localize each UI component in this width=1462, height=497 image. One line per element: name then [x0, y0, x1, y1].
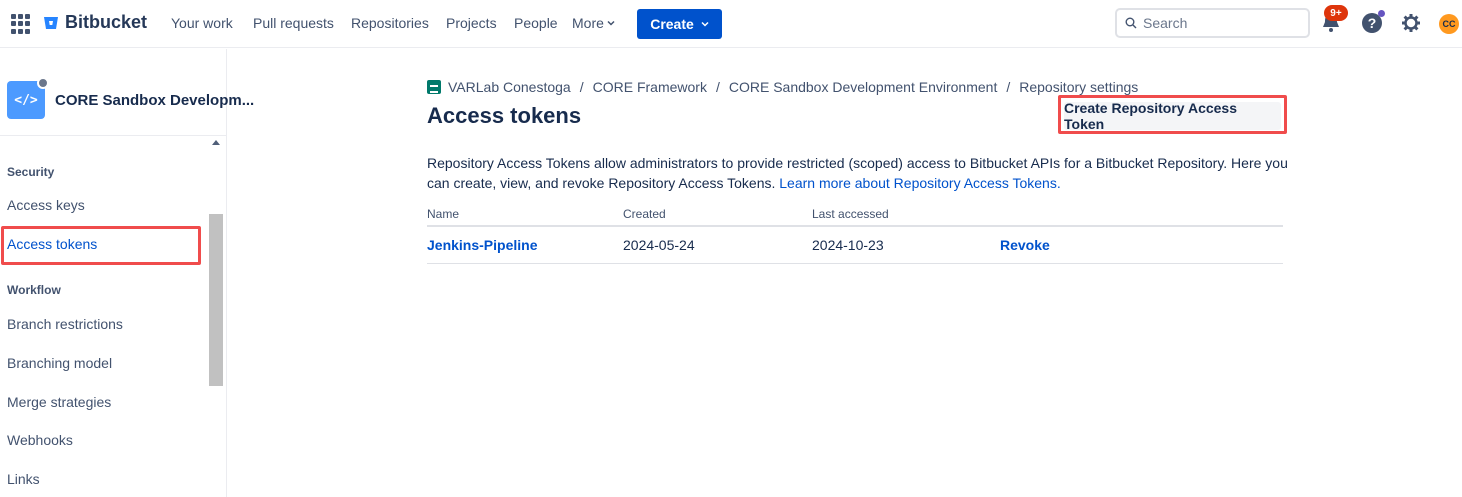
token-created-date: 2024-05-24 — [623, 237, 695, 253]
lock-icon — [37, 77, 49, 89]
search-icon — [1125, 17, 1137, 29]
search-placeholder: Search — [1143, 15, 1188, 31]
chevron-down-icon — [701, 21, 709, 27]
table-row: Jenkins-Pipeline 2024-05-24 2024-10-23 R… — [427, 228, 1283, 264]
breadcrumb: VARLab Conestoga / CORE Framework / CORE… — [427, 79, 1138, 95]
repo-name: CORE Sandbox Developm... — [55, 91, 255, 109]
breadcrumb-workspace[interactable]: VARLab Conestoga — [448, 79, 571, 95]
tokens-table-header: Name Created Last accessed — [427, 207, 1283, 227]
breadcrumb-separator: / — [715, 79, 720, 95]
sidebar-section-security: Security — [7, 165, 55, 179]
sidebar-item-access-keys[interactable]: Access keys — [7, 197, 85, 213]
nav-your-work[interactable]: Your work — [171, 15, 233, 31]
repo-avatar: </> — [7, 77, 49, 119]
revoke-button[interactable]: Revoke — [1000, 237, 1050, 253]
settings-gear-icon[interactable] — [1401, 13, 1421, 33]
column-last-accessed: Last accessed — [812, 207, 889, 221]
sidebar-divider — [0, 135, 226, 136]
nav-more-dropdown[interactable]: More — [572, 15, 615, 31]
nav-projects[interactable]: Projects — [446, 15, 497, 31]
app-switcher-icon[interactable] — [11, 14, 31, 34]
search-input[interactable]: Search — [1115, 8, 1310, 38]
token-last-accessed-date: 2024-10-23 — [812, 237, 884, 253]
create-button-label: Create — [650, 16, 694, 32]
nav-more-label: More — [572, 15, 604, 31]
breadcrumb-separator: / — [579, 79, 584, 95]
breadcrumb-project[interactable]: CORE Framework — [593, 79, 707, 95]
breadcrumb-repository-settings[interactable]: Repository settings — [1019, 79, 1138, 95]
sidebar-scrollbar-thumb[interactable] — [209, 214, 223, 386]
token-name-link[interactable]: Jenkins-Pipeline — [427, 237, 537, 253]
sidebar-item-merge-strategies[interactable]: Merge strategies — [7, 394, 111, 410]
sidebar-item-links[interactable]: Links — [7, 471, 40, 487]
nav-people[interactable]: People — [514, 15, 558, 31]
top-navigation: Bitbucket Your work Pull requests Reposi… — [0, 0, 1462, 48]
page-description: Repository Access Tokens allow administr… — [427, 153, 1297, 193]
column-name: Name — [427, 207, 460, 221]
sidebar-section-workflow: Workflow — [7, 283, 61, 297]
breadcrumb-repository[interactable]: CORE Sandbox Development Environment — [729, 79, 997, 95]
workspace-icon — [427, 80, 441, 94]
column-created: Created — [623, 207, 666, 221]
sidebar: </> CORE Sandbox Developm... Security Ac… — [0, 49, 254, 497]
page-title: Access tokens — [427, 103, 582, 128]
nav-pull-requests[interactable]: Pull requests — [253, 15, 334, 31]
notifications-badge: 9+ — [1324, 5, 1348, 21]
bitbucket-logo[interactable]: Bitbucket — [43, 12, 147, 33]
help-indicator-dot — [1378, 10, 1385, 17]
sidebar-item-webhooks[interactable]: Webhooks — [7, 432, 73, 448]
access-tokens-highlight-box — [1, 226, 201, 265]
breadcrumb-separator: / — [1006, 79, 1011, 95]
nav-repositories[interactable]: Repositories — [351, 15, 429, 31]
create-button[interactable]: Create — [637, 9, 722, 39]
user-avatar[interactable]: CC — [1439, 14, 1459, 34]
sidebar-item-branch-restrictions[interactable]: Branch restrictions — [7, 316, 123, 332]
repo-header[interactable]: </> CORE Sandbox Developm... — [7, 77, 255, 119]
learn-more-link[interactable]: Learn more about Repository Access Token… — [779, 175, 1060, 191]
code-icon: </> — [14, 92, 38, 108]
sidebar-item-branching-model[interactable]: Branching model — [7, 355, 112, 371]
scrollbar-up-arrow[interactable] — [212, 140, 220, 145]
chevron-down-icon — [607, 20, 615, 26]
create-token-highlight-box — [1058, 95, 1287, 134]
bitbucket-logo-icon — [44, 16, 58, 29]
logo-text: Bitbucket — [65, 12, 148, 32]
